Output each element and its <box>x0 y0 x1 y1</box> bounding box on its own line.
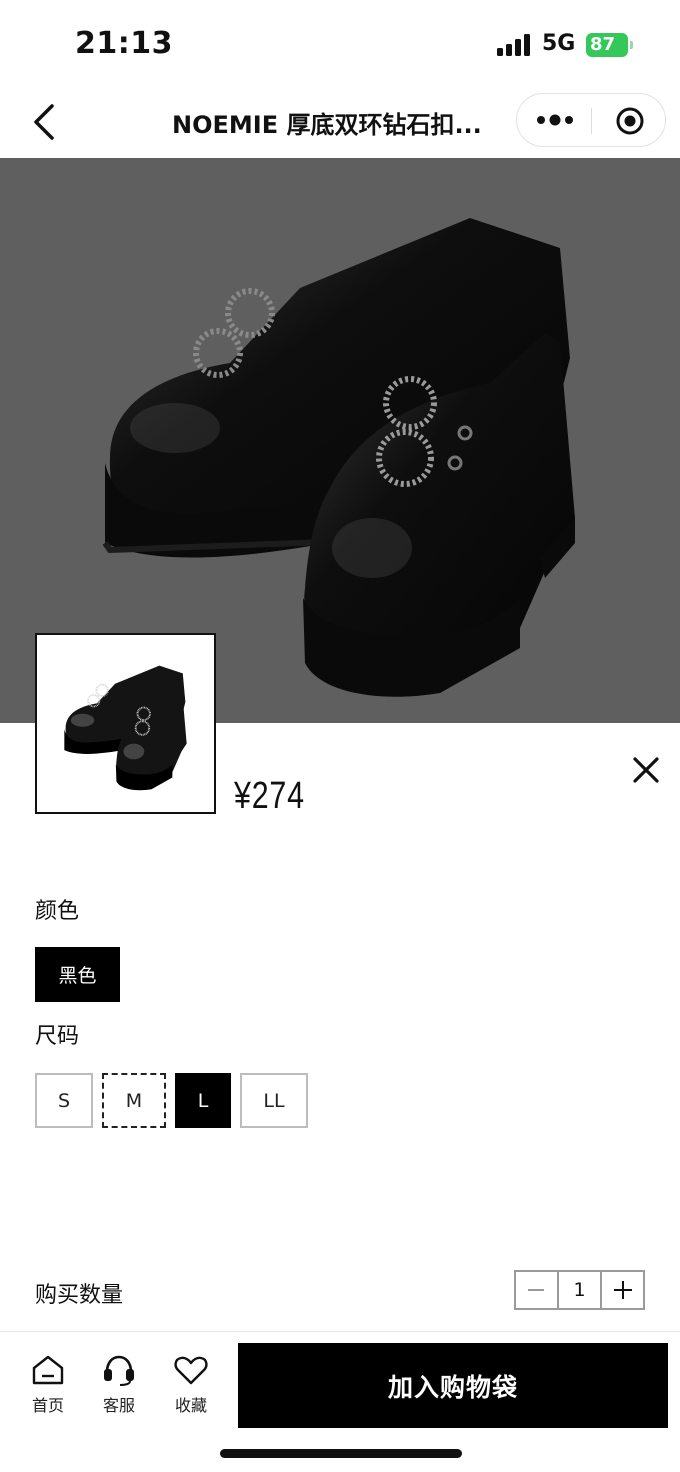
size-option-l[interactable]: L <box>175 1073 231 1128</box>
quantity-value[interactable]: 1 <box>556 1272 603 1308</box>
tab-home[interactable]: 首页 <box>18 1354 78 1416</box>
quantity-stepper: 1 <box>514 1270 645 1310</box>
headset-icon <box>104 1355 134 1386</box>
capsule-divider <box>591 108 592 134</box>
home-indicator <box>220 1449 462 1458</box>
signal-icon <box>497 34 533 56</box>
battery-level: 87 <box>590 34 616 55</box>
battery-icon: 87 <box>586 33 633 57</box>
quantity-label: 购买数量 <box>35 1283 124 1308</box>
heart-icon <box>174 1356 208 1385</box>
size-option-ll[interactable]: LL <box>240 1073 308 1128</box>
add-to-cart-button[interactable]: 加入购物袋 <box>238 1343 668 1428</box>
tab-service-label: 客服 <box>102 1396 135 1415</box>
tabbar-divider <box>0 1331 680 1332</box>
close-icon[interactable] <box>630 754 662 786</box>
tab-home-label: 首页 <box>31 1396 64 1415</box>
network-label: 5G <box>542 31 576 56</box>
product-thumbnail <box>35 633 216 814</box>
color-option-black[interactable]: 黑色 <box>35 947 120 1002</box>
status-time: 21:13 <box>75 26 173 61</box>
size-option-m[interactable]: M <box>102 1073 166 1128</box>
increase-button[interactable] <box>602 1272 643 1308</box>
tab-favorite[interactable]: 收藏 <box>161 1354 221 1416</box>
page-title: NOEMIE 厚底双环钻石扣... <box>172 111 482 139</box>
nav-bar: NOEMIE 厚底双环钻石扣... <box>0 88 680 158</box>
size-label: 尺码 <box>35 1024 80 1049</box>
decrease-button[interactable] <box>516 1272 557 1308</box>
size-option-s[interactable]: S <box>35 1073 93 1128</box>
close-miniprogram-icon[interactable] <box>615 106 645 136</box>
minus-icon <box>528 1289 545 1291</box>
miniprogram-capsule <box>516 93 666 147</box>
tab-service[interactable]: 客服 <box>89 1354 149 1416</box>
status-bar: 21:13 5G 87 <box>0 0 680 88</box>
back-icon[interactable] <box>30 102 60 142</box>
product-price: ¥274 <box>234 775 305 817</box>
color-label: 颜色 <box>35 899 80 924</box>
more-icon[interactable] <box>535 106 575 134</box>
plus-icon <box>613 1281 632 1299</box>
thumbnail-shoe <box>64 665 187 791</box>
tab-favorite-label: 收藏 <box>174 1396 207 1415</box>
home-icon <box>32 1355 64 1385</box>
